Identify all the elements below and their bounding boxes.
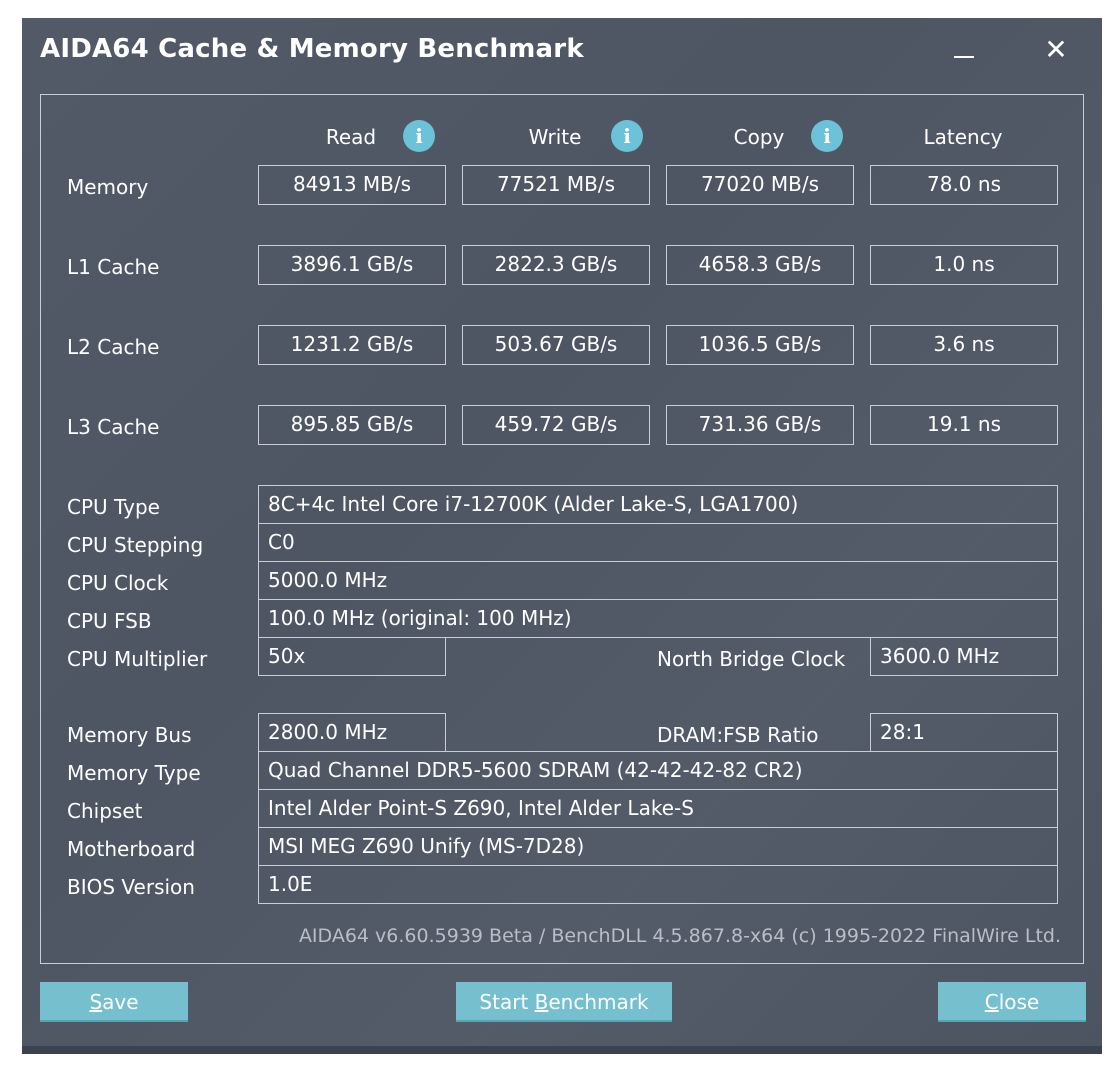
dram-fsb-ratio-value: 28:1 bbox=[870, 713, 1058, 752]
memory-read-value: 84913 MB/s bbox=[258, 165, 446, 205]
start-mnemonic: B bbox=[534, 990, 549, 1014]
start-benchmark-button[interactable]: Start Benchmark bbox=[456, 982, 672, 1022]
row-label-memory: Memory bbox=[67, 175, 149, 199]
chipset-label: Chipset bbox=[67, 799, 143, 823]
read-info-icon[interactable]: i bbox=[403, 120, 435, 152]
bios-version-label: BIOS Version bbox=[67, 875, 195, 899]
l2-latency-value: 3.6 ns bbox=[870, 325, 1058, 365]
results-panel: Read i Write i Copy i Latency Memory 849… bbox=[40, 94, 1084, 964]
window-title: AIDA64 Cache & Memory Benchmark bbox=[40, 34, 584, 64]
memory-latency-value: 78.0 ns bbox=[870, 165, 1058, 205]
version-footer: AIDA64 v6.60.5939 Beta / BenchDLL 4.5.86… bbox=[298, 925, 1061, 947]
l3-latency-value: 19.1 ns bbox=[870, 405, 1058, 445]
benchmark-window: AIDA64 Cache & Memory Benchmark ✕ Read i… bbox=[22, 18, 1102, 1054]
l2-read-value: 1231.2 GB/s bbox=[258, 325, 446, 365]
north-bridge-clock-label: North Bridge Clock bbox=[657, 647, 846, 671]
close-label: lose bbox=[998, 990, 1040, 1014]
cpu-clock-value: 5000.0 MHz bbox=[258, 561, 1058, 600]
chipset-value: Intel Alder Point-S Z690, Intel Alder La… bbox=[258, 789, 1058, 828]
memory-type-label: Memory Type bbox=[67, 761, 201, 785]
memory-bus-value: 2800.0 MHz bbox=[258, 713, 446, 752]
save-mnemonic: S bbox=[89, 990, 103, 1014]
l2-write-value: 503.67 GB/s bbox=[462, 325, 650, 365]
cpu-type-value: 8C+4c Intel Core i7-12700K (Alder Lake-S… bbox=[258, 485, 1058, 524]
close-button[interactable]: Close bbox=[938, 982, 1086, 1022]
save-button[interactable]: Save bbox=[40, 982, 188, 1022]
row-label-l2-cache: L2 Cache bbox=[67, 335, 160, 359]
title-bar[interactable]: AIDA64 Cache & Memory Benchmark ✕ bbox=[22, 18, 1102, 82]
cpu-fsb-value: 100.0 MHz (original: 100 MHz) bbox=[258, 599, 1058, 638]
row-label-l1-cache: L1 Cache bbox=[67, 255, 160, 279]
close-mnemonic: C bbox=[984, 990, 999, 1014]
column-header-latency: Latency bbox=[923, 125, 1003, 149]
l1-read-value: 3896.1 GB/s bbox=[258, 245, 446, 285]
cpu-stepping-value: C0 bbox=[258, 523, 1058, 562]
l3-read-value: 895.85 GB/s bbox=[258, 405, 446, 445]
close-window-button[interactable]: ✕ bbox=[1034, 28, 1078, 72]
cpu-multiplier-value: 50x bbox=[258, 637, 446, 676]
dram-fsb-ratio-label: DRAM:FSB Ratio bbox=[657, 723, 819, 747]
minimize-button[interactable] bbox=[942, 28, 986, 72]
cpu-type-label: CPU Type bbox=[67, 495, 160, 519]
save-label: ave bbox=[102, 990, 139, 1014]
minimize-icon bbox=[954, 56, 974, 58]
memory-write-value: 77521 MB/s bbox=[462, 165, 650, 205]
copy-info-icon[interactable]: i bbox=[811, 120, 843, 152]
l3-write-value: 459.72 GB/s bbox=[462, 405, 650, 445]
cpu-fsb-label: CPU FSB bbox=[67, 609, 152, 633]
l2-copy-value: 1036.5 GB/s bbox=[666, 325, 854, 365]
close-icon: ✕ bbox=[1044, 33, 1068, 66]
memory-type-value: Quad Channel DDR5-5600 SDRAM (42-42-42-8… bbox=[258, 751, 1058, 790]
l1-write-value: 2822.3 GB/s bbox=[462, 245, 650, 285]
l1-copy-value: 4658.3 GB/s bbox=[666, 245, 854, 285]
start-label-rest: enchmark bbox=[548, 990, 649, 1014]
motherboard-label: Motherboard bbox=[67, 837, 196, 861]
north-bridge-clock-value: 3600.0 MHz bbox=[870, 637, 1058, 676]
cpu-stepping-label: CPU Stepping bbox=[67, 533, 204, 557]
memory-copy-value: 77020 MB/s bbox=[666, 165, 854, 205]
memory-bus-label: Memory Bus bbox=[67, 723, 192, 747]
cpu-clock-label: CPU Clock bbox=[67, 571, 169, 595]
cpu-multiplier-label: CPU Multiplier bbox=[67, 647, 208, 671]
l3-copy-value: 731.36 GB/s bbox=[666, 405, 854, 445]
start-label-prefix: Start bbox=[479, 990, 535, 1014]
write-info-icon[interactable]: i bbox=[611, 120, 643, 152]
bios-version-value: 1.0E bbox=[258, 865, 1058, 904]
row-label-l3-cache: L3 Cache bbox=[67, 415, 160, 439]
l1-latency-value: 1.0 ns bbox=[870, 245, 1058, 285]
motherboard-value: MSI MEG Z690 Unify (MS-7D28) bbox=[258, 827, 1058, 866]
